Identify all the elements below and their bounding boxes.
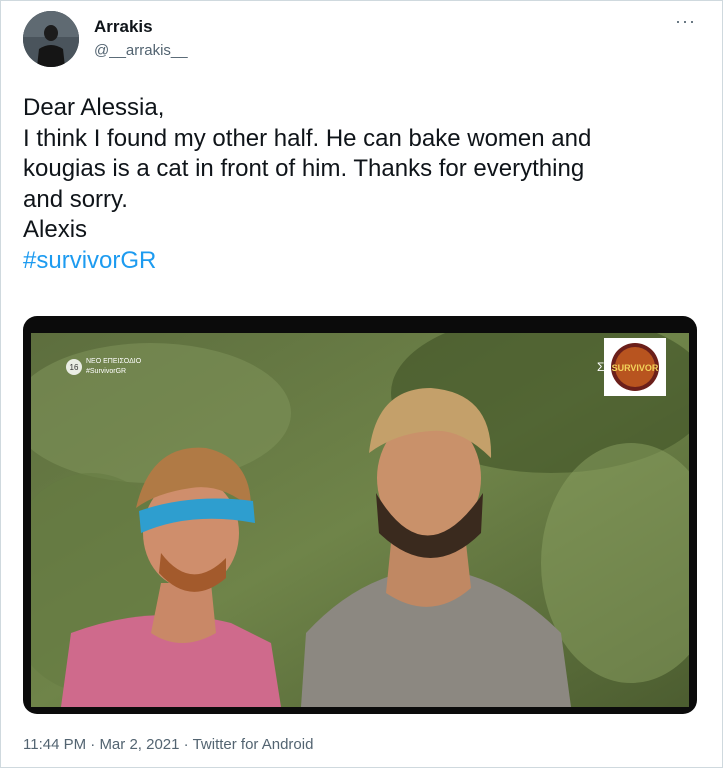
tweet-card: Arrakis @__arrakis__ ··· Dear Alessia, I…: [0, 0, 723, 768]
tweet-line: Alexis: [23, 216, 88, 243]
author-handle[interactable]: @__arrakis__: [94, 42, 188, 59]
tweet-text: Dear Alessia, I think I found my other h…: [23, 93, 703, 276]
avatar-image: [23, 11, 79, 67]
tweet-source[interactable]: Twitter for Android: [193, 736, 314, 753]
tweet-line: and sorry.: [23, 185, 128, 213]
tweet-meta: 11:44 PM · Mar 2, 2021 · Twitter for And…: [23, 736, 313, 753]
rating-badge: 16: [70, 363, 79, 372]
avatar[interactable]: [23, 11, 79, 67]
tweet-line: I think I found my other half. He can ba…: [23, 124, 592, 152]
media-overlay-hashtag: #SurvivorGR: [86, 368, 126, 375]
survivor-logo-icon: SURVIVOR: [612, 363, 659, 373]
channel-mark: Σ: [597, 360, 604, 374]
tweet-line: Dear Alessia,: [23, 94, 165, 121]
author-name[interactable]: Arrakis: [94, 17, 153, 37]
meta-separator: ·: [183, 736, 189, 753]
meta-separator: ·: [90, 736, 96, 753]
tweet-line: kougias is a cat in front of him. Thanks…: [23, 155, 585, 182]
tweet-media[interactable]: 16 ΝΕΟ ΕΠΕΙΣΟΔΙΟ #SurvivorGR Σ SURVIVOR: [23, 316, 697, 714]
tweet-date[interactable]: Mar 2, 2021: [99, 736, 179, 753]
media-image: 16 ΝΕΟ ΕΠΕΙΣΟΔΙΟ #SurvivorGR Σ SURVIVOR: [31, 333, 689, 707]
media-overlay-title: ΝΕΟ ΕΠΕΙΣΟΔΙΟ: [86, 358, 142, 365]
more-options-icon[interactable]: ···: [675, 12, 697, 33]
tweet-time[interactable]: 11:44 PM: [23, 736, 86, 753]
hashtag-link[interactable]: #survivorGR: [23, 246, 703, 277]
